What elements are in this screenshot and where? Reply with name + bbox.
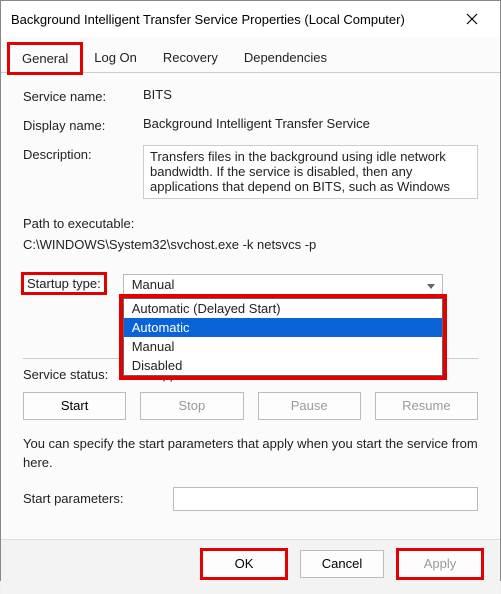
start-params-hint: You can specify the start parameters tha… (23, 434, 478, 473)
apply-button[interactable]: Apply (398, 550, 482, 578)
path-label: Path to executable: (23, 214, 478, 235)
description-text[interactable]: Transfers files in the background using … (143, 145, 478, 199)
close-button[interactable] (452, 1, 492, 37)
stop-button: Stop (140, 392, 243, 420)
path-value: C:\WINDOWS\System32\svchost.exe -k netsv… (23, 235, 478, 256)
tab-general[interactable]: General (9, 44, 81, 73)
startup-option-disabled[interactable]: Disabled (124, 356, 442, 375)
tab-strip: General Log On Recovery Dependencies (1, 37, 500, 73)
startup-option-delayed[interactable]: Automatic (Delayed Start) (124, 299, 442, 318)
startup-option-manual[interactable]: Manual (124, 337, 442, 356)
startup-type-label: Startup type: (23, 274, 105, 293)
service-name-label: Service name: (23, 87, 143, 104)
tab-dependencies[interactable]: Dependencies (231, 43, 340, 72)
resume-button: Resume (375, 392, 478, 420)
display-name-label: Display name: (23, 116, 143, 133)
description-label: Description: (23, 145, 143, 162)
startup-type-select[interactable]: Manual (123, 274, 443, 298)
startup-option-automatic[interactable]: Automatic (124, 318, 442, 337)
dialog-footer: OK Cancel Apply (1, 539, 500, 594)
start-params-input (173, 487, 478, 511)
close-icon (466, 13, 478, 25)
service-name-value: BITS (143, 87, 478, 102)
start-params-label: Start parameters: (23, 491, 173, 506)
cancel-button[interactable]: Cancel (300, 550, 384, 578)
titlebar: Background Intelligent Transfer Service … (1, 1, 500, 37)
start-button[interactable]: Start (23, 392, 126, 420)
tab-logon[interactable]: Log On (81, 43, 150, 72)
display-name-value: Background Intelligent Transfer Service (143, 116, 478, 131)
properties-dialog: Background Intelligent Transfer Service … (0, 0, 501, 581)
ok-button[interactable]: OK (202, 550, 286, 578)
tab-content: Service name: BITS Display name: Backgro… (1, 73, 500, 539)
tab-recovery[interactable]: Recovery (150, 43, 231, 72)
window-title: Background Intelligent Transfer Service … (11, 12, 452, 27)
startup-type-dropdown: Automatic (Delayed Start) Automatic Manu… (123, 298, 443, 376)
pause-button: Pause (258, 392, 361, 420)
